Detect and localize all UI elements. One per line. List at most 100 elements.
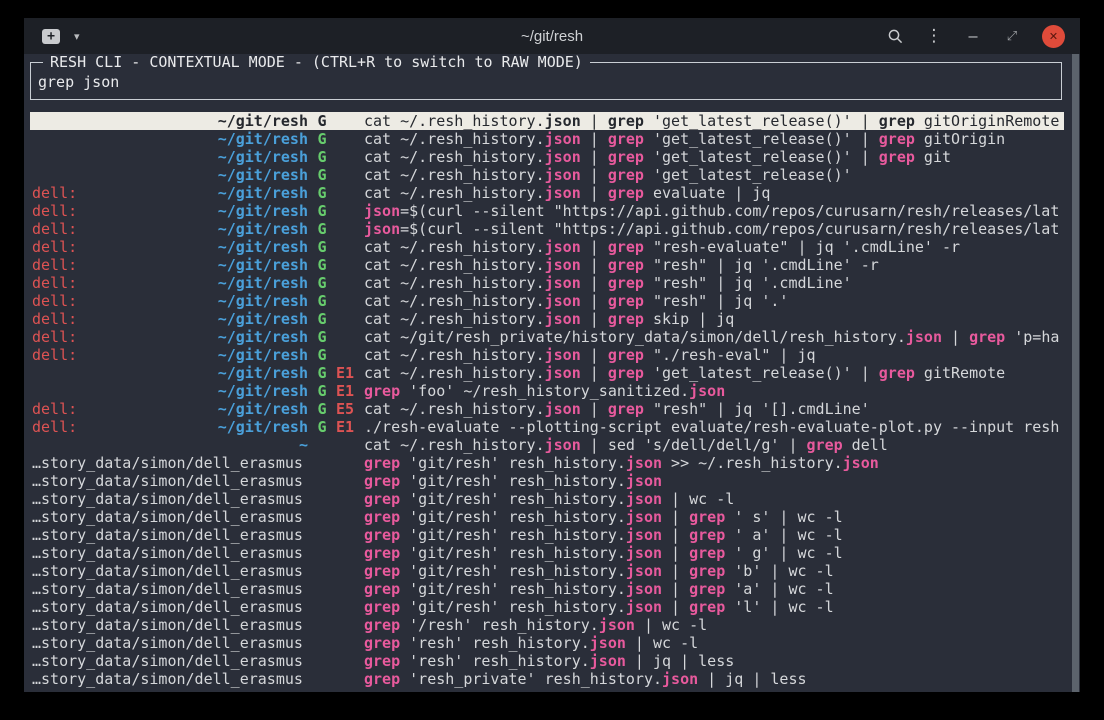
history-row[interactable]: ~/git/reshGE1grep 'foo' ~/resh_history_s…: [30, 382, 1064, 400]
menu-button[interactable]: ⋮: [925, 27, 943, 45]
row-flag-exit: [336, 634, 364, 652]
history-row[interactable]: dell:~/git/reshGcat ~/.resh_history.json…: [30, 184, 1064, 202]
minimize-button[interactable]: –: [964, 27, 982, 45]
row-flag-exit: [336, 544, 364, 562]
close-icon: ✕: [1049, 30, 1058, 43]
row-host: dell:: [32, 256, 122, 274]
history-row[interactable]: dell:~/git/reshGcat ~/.resh_history.json…: [30, 274, 1064, 292]
row-command: grep 'resh_private' resh_history.json | …: [364, 670, 1064, 688]
history-row[interactable]: dell:~/git/reshGjson=$(curl --silent "ht…: [30, 202, 1064, 220]
history-row[interactable]: …story_data/simon/dell_erasmusgrep '/res…: [30, 616, 1064, 634]
row-directory: ~/git/resh: [122, 148, 308, 166]
close-button[interactable]: ✕: [1042, 25, 1065, 48]
search-button[interactable]: [886, 27, 904, 45]
history-row[interactable]: dell:~/git/reshGE1./resh-evaluate --plot…: [30, 418, 1064, 436]
row-flag-exit: [336, 256, 364, 274]
row-directory: …story_data/simon/dell_erasmus: [32, 454, 308, 472]
row-flag-exit: E1: [336, 364, 364, 382]
history-row[interactable]: …story_data/simon/dell_erasmusgrep 'git/…: [30, 544, 1064, 562]
row-command: cat ~/.resh_history.json | grep skip | j…: [364, 310, 1064, 328]
history-row[interactable]: dell:~/git/reshGcat ~/git/resh_private/h…: [30, 328, 1064, 346]
history-row[interactable]: dell:~/git/reshGcat ~/.resh_history.json…: [30, 256, 1064, 274]
row-flag-git: [308, 634, 336, 652]
row-command: cat ~/.resh_history.json | grep 'get_lat…: [364, 166, 1064, 184]
row-flag-git: G: [308, 148, 336, 166]
row-flag-git: [308, 544, 336, 562]
history-row[interactable]: …story_data/simon/dell_erasmusgrep 'git/…: [30, 562, 1064, 580]
row-flag-exit: E1: [336, 382, 364, 400]
row-flag-exit: [336, 652, 364, 670]
row-flag-git: G: [308, 112, 336, 130]
history-row[interactable]: …story_data/simon/dell_erasmusgrep 'resh…: [30, 652, 1064, 670]
history-row[interactable]: ~/git/reshGE1cat ~/.resh_history.json | …: [30, 364, 1064, 382]
row-command: grep 'git/resh' resh_history.json | grep…: [364, 526, 1064, 544]
row-flag-git: [308, 454, 336, 472]
row-flag-exit: [336, 166, 364, 184]
history-row[interactable]: …story_data/simon/dell_erasmusgrep 'resh…: [30, 670, 1064, 688]
row-command: grep 'git/resh' resh_history.json >> ~/.…: [364, 454, 1064, 472]
row-host: dell:: [32, 418, 122, 436]
row-flag-exit: [336, 112, 364, 130]
history-row[interactable]: …story_data/simon/dell_erasmus grep 'git/…: [30, 490, 1064, 508]
row-host: dell:: [32, 274, 122, 292]
row-directory: ~/git/resh: [122, 202, 308, 220]
history-row[interactable]: dell:~/git/reshGcat ~/.resh_history.json…: [30, 310, 1064, 328]
chevron-down-icon[interactable]: ▾: [74, 30, 80, 43]
kebab-menu-icon: ⋮: [926, 26, 943, 46]
history-row[interactable]: dell:~/git/reshGjson=$(curl --silent "ht…: [30, 220, 1064, 238]
row-flag-git: [308, 580, 336, 598]
history-row[interactable]: dell:~/git/reshGcat ~/.resh_history.json…: [30, 238, 1064, 256]
row-flag-exit: [336, 454, 364, 472]
row-flag-exit: [336, 346, 364, 364]
history-row[interactable]: …story_data/simon/dell_erasmusgrep 'resh…: [30, 634, 1064, 652]
row-directory: ~/git/resh: [122, 418, 308, 436]
row-flag-git: [308, 436, 336, 454]
history-row[interactable]: …story_data/simon/dell_erasmus grep 'git/…: [30, 454, 1064, 472]
row-directory: ~/git/resh: [122, 328, 308, 346]
scrollbar[interactable]: [1072, 54, 1079, 692]
row-flag-git: [308, 562, 336, 580]
row-command: cat ~/.resh_history.json | grep "resh" |…: [364, 274, 1064, 292]
row-flag-git: G: [308, 418, 336, 436]
terminal-content: RESH CLI - CONTEXTUAL MODE - (CTRL+R to …: [24, 54, 1080, 692]
history-row[interactable]: …story_data/simon/dell_erasmusgrep 'git/…: [30, 472, 1064, 490]
row-flag-exit: [336, 130, 364, 148]
row-directory: ~/git/resh: [122, 364, 308, 382]
row-host: dell:: [32, 400, 122, 418]
history-row[interactable]: …story_data/simon/dell_erasmusgrep 'git/…: [30, 508, 1064, 526]
row-flag-exit: [336, 616, 364, 634]
history-row[interactable]: dell:~/git/reshGcat ~/.resh_history.json…: [30, 346, 1064, 364]
row-command: cat ~/.resh_history.json | grep 'get_lat…: [364, 148, 1064, 166]
row-host: [32, 364, 122, 382]
row-host: dell:: [32, 238, 122, 256]
history-row[interactable]: ~/git/reshGcat ~/.resh_history.json | gr…: [30, 166, 1064, 184]
row-flag-exit: [336, 562, 364, 580]
row-flag-git: [308, 598, 336, 616]
row-host: dell:: [32, 292, 122, 310]
row-flag-git: [308, 616, 336, 634]
row-directory: …story_data/simon/dell_erasmus: [32, 490, 308, 508]
history-row[interactable]: dell:~/git/reshGE5cat ~/.resh_history.js…: [30, 400, 1064, 418]
row-flag-exit: [336, 508, 364, 526]
history-row[interactable]: ~cat ~/.resh_history.json | sed 's/dell/…: [30, 436, 1064, 454]
row-flag-git: [308, 490, 336, 508]
row-command: grep 'git/resh' resh_history.json | wc -…: [364, 490, 1064, 508]
row-command: cat ~/.resh_history.json | grep "resh-ev…: [364, 238, 1064, 256]
row-command: cat ~/.resh_history.json | grep "resh" |…: [364, 292, 1064, 310]
row-directory: …story_data/simon/dell_erasmus: [32, 580, 308, 598]
row-flag-git: G: [308, 400, 336, 418]
history-row[interactable]: ~/git/reshGcat ~/.resh_history.json | gr…: [30, 130, 1064, 148]
history-row[interactable]: ~/git/reshGcat ~/.resh_history.json | gr…: [30, 148, 1064, 166]
history-row[interactable]: dell:~/git/reshGcat ~/.resh_history.json…: [30, 292, 1064, 310]
history-row[interactable]: …story_data/simon/dell_erasmusgrep 'git/…: [30, 598, 1064, 616]
row-flag-exit: [336, 310, 364, 328]
history-row[interactable]: ~/git/reshGcat ~/.resh_history.json | gr…: [30, 112, 1064, 130]
row-flag-exit: [336, 328, 364, 346]
row-flag-exit: [336, 148, 364, 166]
restore-button[interactable]: ⤢: [1003, 27, 1021, 45]
row-flag-exit: [336, 292, 364, 310]
row-command: cat ~/git/resh_private/history_data/simo…: [364, 328, 1064, 346]
new-tab-button[interactable]: +: [42, 29, 60, 44]
history-row[interactable]: …story_data/simon/dell_erasmusgrep 'git/…: [30, 526, 1064, 544]
history-row[interactable]: …story_data/simon/dell_erasmusgrep 'git/…: [30, 580, 1064, 598]
